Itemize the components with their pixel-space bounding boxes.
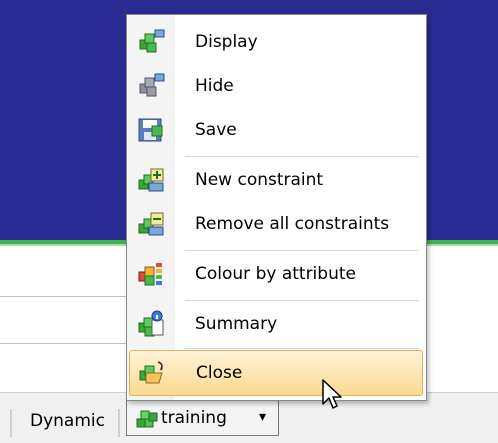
dynamic-label[interactable]: Dynamic — [30, 408, 105, 434]
menu-separator — [185, 156, 419, 157]
menu-item-remove-all-constraints[interactable]: Remove all constraints — [129, 202, 423, 246]
menu-item-label: Colour by attribute — [195, 264, 356, 284]
training-dropdown-button[interactable]: training ▾ — [126, 400, 279, 436]
close-folder-icon — [139, 361, 163, 384]
colour-attribute-icon — [138, 263, 162, 286]
status-separator — [118, 409, 120, 437]
menu-item-display[interactable]: Display — [129, 20, 423, 64]
chevron-down-icon[interactable]: ▾ — [259, 404, 266, 430]
menu-item-hide[interactable]: Hide — [129, 64, 423, 108]
menu-separator — [185, 300, 419, 301]
menu-separator — [185, 348, 419, 349]
menu-item-label: Save — [195, 120, 237, 140]
menu-item-close[interactable]: Close — [129, 350, 423, 396]
menu-item-label: Display — [195, 32, 258, 52]
menu-item-save[interactable]: Save — [129, 108, 423, 152]
menu-item-label: Close — [196, 363, 243, 383]
menu-item-summary[interactable]: Summary — [129, 302, 423, 346]
context-menu: Display Hide Save New constraint Remove … — [126, 14, 427, 401]
menu-item-label: Remove all constraints — [195, 214, 390, 234]
panel-divider — [0, 296, 130, 297]
menu-item-colour-by-attribute[interactable]: Colour by attribute — [129, 252, 423, 296]
cube-gray-monitor-icon — [139, 73, 165, 97]
floppy-disk-icon — [138, 118, 163, 142]
menu-separator — [185, 250, 419, 251]
training-label: training — [161, 408, 227, 428]
menu-item-label: New constraint — [195, 170, 324, 190]
remove-constraints-icon — [138, 212, 164, 236]
new-constraint-icon — [138, 168, 164, 192]
summary-info-icon — [138, 310, 164, 337]
status-separator — [10, 409, 12, 437]
cube-monitor-icon — [139, 29, 165, 53]
green-cubes-icon — [136, 410, 158, 428]
panel-divider — [0, 343, 130, 344]
mouse-pointer-icon — [322, 379, 342, 409]
menu-item-new-constraint[interactable]: New constraint — [129, 158, 423, 202]
menu-item-label: Hide — [195, 76, 234, 96]
menu-item-label: Summary — [195, 314, 278, 334]
